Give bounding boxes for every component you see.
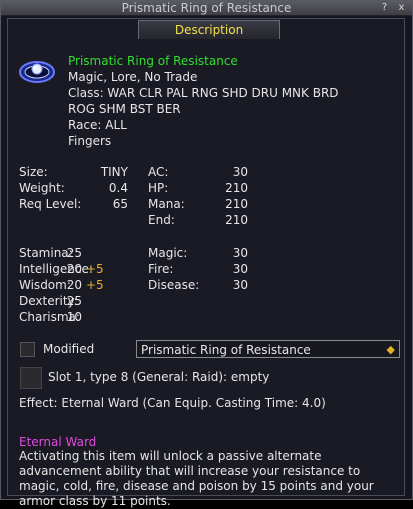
stat-weight-value: 0.4: [108, 181, 128, 195]
augment-slot-text: Slot 1, type 8 (General: Raid): empty: [48, 370, 270, 384]
attr-intelligence-bonus: +5: [86, 262, 104, 276]
attr-wisdom-value: 20: [66, 278, 82, 292]
item-class-line2: ROG SHM BST BER: [68, 102, 181, 116]
modified-dropdown[interactable]: Prismatic Ring of Resistance ◆: [136, 340, 400, 358]
resist-magic-label: Magic:: [148, 246, 188, 260]
stat-size-label: Size:: [19, 165, 48, 179]
resist-fire-value: 30: [232, 262, 248, 276]
stat-reqlevel-label: Req Level:: [19, 197, 82, 211]
resist-disease-value: 30: [232, 278, 248, 292]
modified-dropdown-value: Prismatic Ring of Resistance: [141, 343, 311, 357]
item-window: Prismatic Ring of Resistance ? x Descrip…: [0, 0, 413, 508]
stat-ac-value: 30: [232, 165, 248, 179]
stat-mana-label: Mana:: [148, 197, 185, 211]
stat-ac-label: AC:: [148, 165, 169, 179]
attr-stamina-value: 25: [66, 246, 82, 260]
description-panel: Description Prismatic Ring of Resistance…: [7, 18, 405, 508]
modified-checkbox[interactable]: [20, 342, 35, 357]
item-slot: Fingers: [68, 134, 112, 148]
stat-hp-value: 210: [225, 181, 248, 195]
resist-disease-label: Disease:: [148, 278, 200, 292]
help-button[interactable]: ?: [379, 2, 390, 13]
effect-text: Effect: Eternal Ward (Can Equip. Casting…: [19, 396, 326, 410]
item-race: Race: ALL: [68, 118, 127, 132]
tab-description[interactable]: Description: [138, 20, 280, 39]
attr-stamina-label: Stamina:: [19, 246, 73, 260]
resist-magic-value: 30: [232, 246, 248, 260]
stat-mana-value: 210: [225, 197, 248, 211]
effect-description: Activating this item will unlock a passi…: [19, 449, 374, 508]
attr-dexterity-value: 25: [66, 294, 82, 308]
item-name: Prismatic Ring of Resistance: [68, 54, 238, 68]
attr-charisma-value: 10: [66, 310, 82, 324]
title-bar[interactable]: Prismatic Ring of Resistance ? x: [1, 1, 412, 16]
effect-title: Eternal Ward: [19, 435, 97, 449]
item-class-line1: Class: WAR CLR PAL RNG SHD DRU MNK BRD: [68, 86, 339, 100]
diamond-arrow-icon[interactable]: ◆: [387, 342, 395, 358]
stat-weight-label: Weight:: [19, 181, 65, 195]
stat-end-label: End:: [148, 213, 175, 227]
stat-end-value: 210: [225, 213, 248, 227]
stat-size-value: TINY: [100, 165, 128, 179]
prismatic-ring-icon: [18, 57, 56, 87]
stat-hp-label: HP:: [148, 181, 169, 195]
augment-slot-box[interactable]: [20, 367, 42, 389]
window-title: Prismatic Ring of Resistance: [121, 1, 292, 15]
attr-wisdom-bonus: +5: [86, 278, 104, 292]
modified-label: Modified: [43, 342, 95, 356]
attr-wisdom-label: Wisdom:: [19, 278, 71, 292]
close-button[interactable]: x: [396, 2, 407, 13]
resist-fire-label: Fire:: [148, 262, 174, 276]
attr-intelligence-value: 20: [66, 262, 82, 276]
item-flags: Magic, Lore, No Trade: [68, 70, 198, 84]
stat-reqlevel-value: 65: [112, 197, 128, 211]
